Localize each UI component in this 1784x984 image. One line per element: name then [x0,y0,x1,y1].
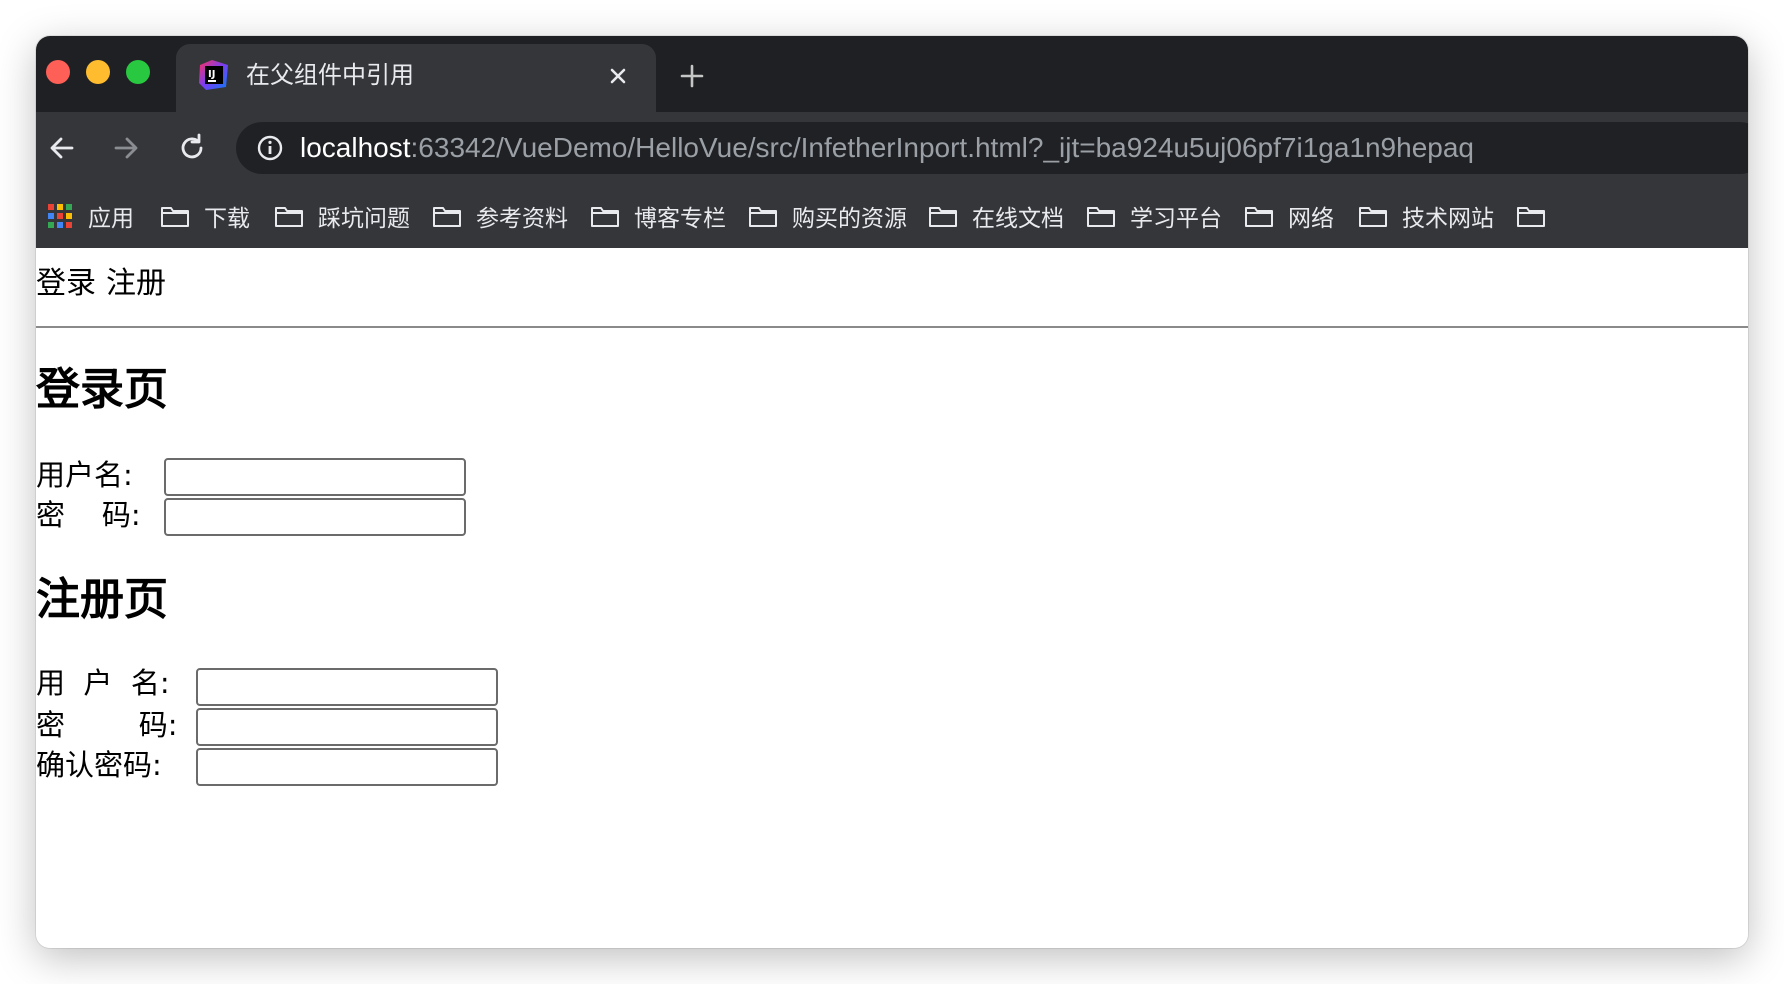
bookmark-label: 技术网站 [1402,206,1494,232]
back-arrow-icon[interactable] [44,130,80,166]
bookmark-label: 参考资料 [476,206,568,232]
bookmark-label: 博客专栏 [634,206,726,232]
apps-grid-icon [48,204,72,228]
url-path: :63342/VueDemo/HelloVue/src/InfetherInpo… [410,132,1474,163]
tab-active[interactable]: IJ 在父组件中引用 [176,44,656,112]
register-username-label: 用 户 名: [36,666,170,700]
login-username-input[interactable] [164,458,466,496]
url-text: localhost:63342/VueDemo/HelloVue/src/Inf… [300,132,1474,164]
register-username-input[interactable] [196,668,498,706]
divider [36,326,1748,328]
login-username-label: 用户名: [36,458,133,492]
bookmark-folder[interactable]: 下载 [160,196,250,236]
register-username-row: 用 户 名: [36,662,170,704]
register-link[interactable]: 注册 [106,266,166,301]
register-password-label: 密 码: [36,708,178,742]
new-tab-icon[interactable] [676,60,708,92]
tab-close-icon[interactable] [604,62,632,90]
tab-strip: IJ 在父组件中引用 [36,36,1748,112]
login-password-input[interactable] [164,498,466,536]
folder-icon [1087,207,1115,227]
register-confirm-row: 确认密码: [36,744,162,786]
bookmark-folder[interactable]: 技术网站 [1358,196,1494,236]
router-links: 登录 注册 [36,266,176,302]
login-username-row: 用户名: [36,454,133,496]
bookmark-label: 下载 [204,206,250,232]
bookmarks-bar: 应用 下载 踩坑问题 参考资料 博客专栏 购买的资源 在线文档 学习平台 网络 … [36,184,1748,248]
folder-icon [161,207,189,227]
bookmark-label: 踩坑问题 [318,206,410,232]
bookmark-folder[interactable]: 学习平台 [1086,196,1222,236]
register-confirm-input[interactable] [196,748,498,786]
svg-text:IJ: IJ [208,69,215,80]
register-confirm-label: 确认密码: [36,748,162,782]
folder-icon [929,207,957,227]
login-password-row: 密 码: [36,494,141,536]
browser-window: IJ 在父组件中引用 localhost:63342/VueDemo/Hello… [36,36,1748,948]
bookmark-apps[interactable]: 应用 [48,196,134,236]
forward-arrow-icon[interactable] [108,130,144,166]
page-content: 登录 注册 登录页 用户名: 密 码: 注册页 用 户 名: 密 码: 确认密码: [36,248,1748,948]
bookmark-folder[interactable]: 踩坑问题 [274,196,410,236]
login-heading: 登录页 [36,364,168,415]
bookmark-folder[interactable]: 博客专栏 [590,196,726,236]
register-password-input[interactable] [196,708,498,746]
window-maximize-button[interactable] [126,60,150,84]
bookmark-label: 在线文档 [972,206,1064,232]
bookmark-folder-overflow[interactable] [1516,196,1560,236]
bookmark-apps-label: 应用 [88,206,134,232]
bookmark-folder[interactable]: 在线文档 [928,196,1064,236]
bookmark-folder[interactable]: 购买的资源 [748,196,907,236]
folder-icon [749,207,777,227]
folder-icon [591,207,619,227]
register-password-row: 密 码: [36,704,178,746]
bookmark-folder[interactable]: 网络 [1244,196,1334,236]
register-heading: 注册页 [36,574,168,625]
folder-icon [275,207,303,227]
browser-toolbar: localhost:63342/VueDemo/HelloVue/src/Inf… [36,112,1748,184]
login-password-label: 密 码: [36,498,141,532]
login-link[interactable]: 登录 [36,266,96,301]
bookmark-label: 购买的资源 [792,206,907,232]
window-minimize-button[interactable] [86,60,110,84]
reload-icon[interactable] [174,130,210,166]
window-close-button[interactable] [46,60,70,84]
address-bar[interactable]: localhost:63342/VueDemo/HelloVue/src/Inf… [236,122,1748,174]
folder-icon [433,207,461,227]
intellij-favicon-icon: IJ [199,60,228,90]
folder-icon [1517,207,1545,227]
folder-icon [1245,207,1273,227]
bookmark-label: 学习平台 [1130,206,1222,232]
info-icon[interactable] [256,134,284,162]
bookmark-label: 网络 [1288,206,1334,232]
folder-icon [1359,207,1387,227]
url-host: localhost [300,132,411,163]
tab-title: 在父组件中引用 [246,61,414,89]
bookmark-folder[interactable]: 参考资料 [432,196,568,236]
